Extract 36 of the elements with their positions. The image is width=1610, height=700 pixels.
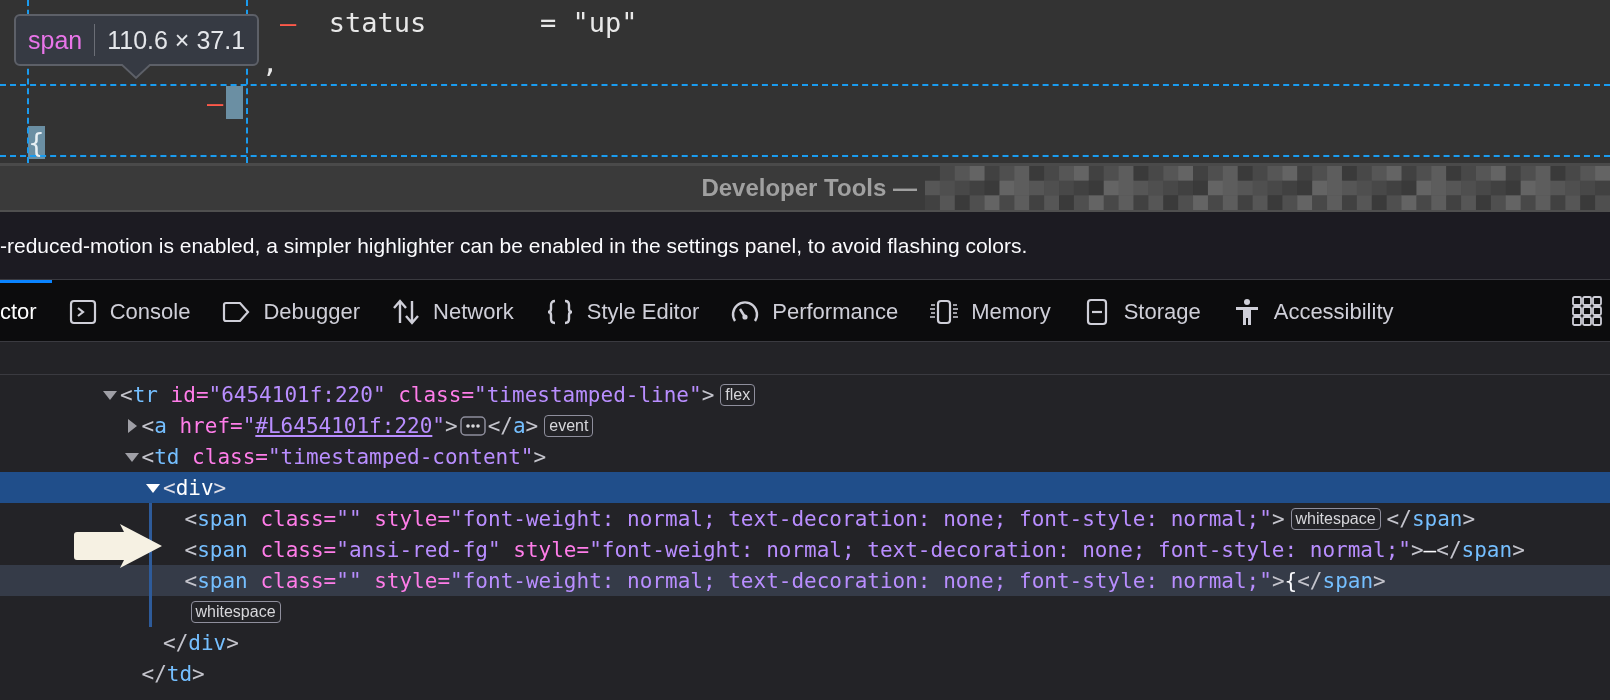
tab[interactable]: Memory (913, 280, 1066, 341)
markup-line[interactable]: <a href="#L6454101f:220"> </a> event (0, 410, 1610, 441)
highlighted-code: { (28, 125, 45, 159)
highlight-box (226, 85, 244, 119)
markup-line[interactable]: whitespace (0, 596, 1610, 627)
markup-badge[interactable]: flex (720, 383, 756, 406)
markup-badge[interactable]: whitespace (1290, 507, 1381, 530)
markup-badge[interactable]: whitespace (190, 600, 281, 623)
tab[interactable]: Performance (714, 280, 914, 341)
tab[interactable]: ctor (0, 280, 52, 341)
grid-icon[interactable] (1570, 293, 1604, 328)
tab[interactable]: Storage (1065, 280, 1216, 341)
tab[interactable]: Network (375, 280, 529, 341)
chip-icon (929, 297, 960, 327)
markup-line[interactable]: <td class="timestamped-content"> (0, 441, 1610, 472)
ellipsis-button[interactable] (459, 415, 486, 436)
markup-badge[interactable]: event (544, 414, 594, 437)
tab[interactable]: Console (51, 280, 206, 341)
markup-line[interactable]: <span class="" style="font-weight: normal; text-decoration: none; font-style: normal;"> whitespace </span> (0, 503, 1610, 534)
tab[interactable]: Style Editor (528, 280, 715, 341)
up-down-arrows-icon (391, 297, 422, 327)
terminal-icon (67, 297, 98, 327)
tab[interactable]: Debugger (205, 280, 376, 341)
tag-label: span (28, 25, 83, 55)
notification-text: -reduced-motion is enabled, a simpler highlighter can be enabled in the settings panel, to avoid flashing colors. (0, 233, 1028, 258)
markup-line[interactable]: <span class="ansi-red-fg" style="font-weight: normal; text-decoration: none; font-style: normal;">–</span> (0, 534, 1610, 565)
code-text: status = "up" (327, 6, 638, 38)
diff-marker: – (207, 86, 224, 118)
markup-line[interactable]: </div> (0, 627, 1610, 658)
markup-line[interactable]: <tr id="6454101f:220" class="timestamped-line"> flex (0, 379, 1610, 410)
size-label: 110.6 × 37.1 (107, 25, 246, 55)
diff-marker: – (280, 6, 297, 38)
code-text: , (262, 46, 279, 78)
markup-line[interactable]: </td> (0, 658, 1610, 689)
window-title: Developer Tools — (701, 174, 917, 202)
tab[interactable]: Accessibility (1215, 280, 1409, 341)
